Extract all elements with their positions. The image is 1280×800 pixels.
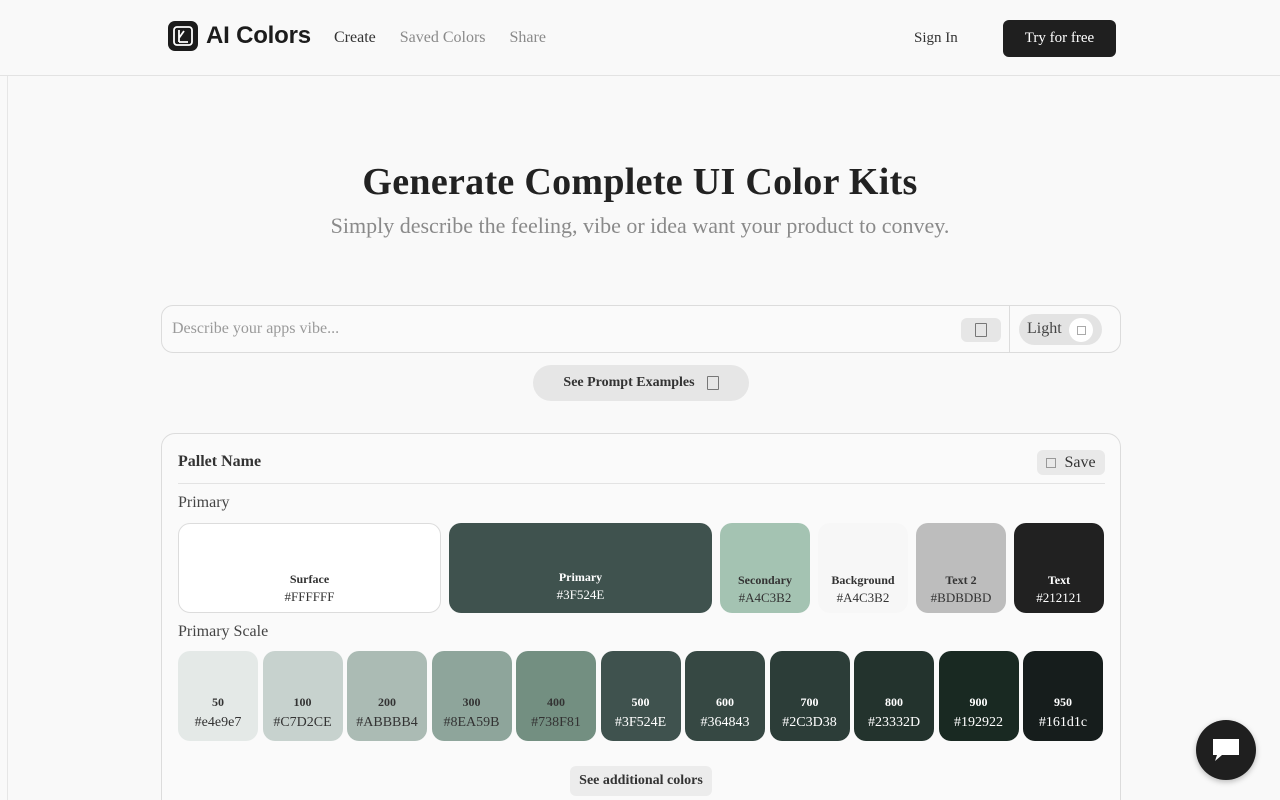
- swatch-name: 500: [631, 695, 650, 709]
- swatch-hex: #161d1c: [1038, 715, 1088, 730]
- chat-button[interactable]: [1196, 720, 1256, 780]
- swatch-name: Background: [831, 573, 895, 587]
- swatch-hex: #23332D: [867, 715, 921, 730]
- swatch-hex: #C7D2CE: [273, 715, 332, 730]
- primary-section-label: Primary: [178, 494, 230, 511]
- scale-swatch-400[interactable]: 400 #738F81: [516, 651, 596, 741]
- scale-swatch-950[interactable]: 950 #161d1c: [1023, 651, 1103, 741]
- swatch-hex: #364843: [700, 715, 750, 730]
- swatch-name: 600: [716, 695, 734, 709]
- swatch-name: Text: [1047, 573, 1071, 587]
- search-divider: [1009, 306, 1010, 352]
- save-button[interactable]: Save: [1037, 450, 1105, 475]
- swatch-hex: #A4C3B2: [738, 590, 792, 605]
- scale-swatch-50[interactable]: 50 #e4e9e7: [178, 651, 258, 741]
- nav-share[interactable]: Share: [510, 29, 546, 47]
- swatch-name: 400: [547, 695, 565, 709]
- see-additional-colors-button[interactable]: See additional colors: [570, 766, 712, 796]
- swatch-background[interactable]: Background #A4C3B2: [818, 523, 908, 613]
- scale-swatch-200[interactable]: 200 #ABBBB4: [347, 651, 427, 741]
- swatch-name: 800: [885, 695, 903, 709]
- palette-name: Pallet Name: [178, 453, 262, 470]
- theme-label: Light: [1027, 320, 1062, 337]
- primary-scale-label: Primary Scale: [178, 623, 269, 640]
- page-title: Generate Complete UI Color Kits: [362, 161, 918, 203]
- nav-saved-colors[interactable]: Saved Colors: [400, 29, 486, 47]
- send-icon: [975, 323, 987, 337]
- vibe-input[interactable]: [172, 306, 952, 352]
- brand-name: AI Colors: [206, 22, 311, 49]
- scale-swatch-700[interactable]: 700 #2C3D38: [769, 651, 850, 741]
- scale-swatch-300[interactable]: 300 #8EA59B: [431, 651, 512, 741]
- swatch-hex: #3F524E: [556, 587, 605, 602]
- main-nav: Create Saved Colors Share: [334, 29, 570, 47]
- swatch-name: 950: [1054, 695, 1072, 709]
- examples-label: See Prompt Examples: [563, 375, 695, 390]
- swatch-name: 50: [212, 695, 224, 709]
- swatch-hex: #212121: [1036, 590, 1082, 605]
- palette-logo-icon: [168, 21, 198, 51]
- swatch-text-2[interactable]: Text 2 #BDBDBD: [916, 523, 1006, 613]
- swatch-name: 300: [462, 695, 481, 709]
- swatch-name: 700: [800, 695, 819, 709]
- swatch-hex: #8EA59B: [443, 715, 500, 730]
- scale-swatch-100[interactable]: 100 #C7D2CE: [262, 651, 343, 741]
- swatch-name: 200: [378, 695, 396, 709]
- scale-swatch-600[interactable]: 600 #364843: [685, 651, 765, 741]
- theme-toggle[interactable]: Light: [1019, 314, 1102, 345]
- top-header: AI Colors Create Saved Colors Share Sign…: [0, 0, 1280, 76]
- card-divider: [178, 483, 1105, 484]
- chat-bubble-icon: [1213, 739, 1239, 761]
- swatch-hex: #e4e9e7: [194, 715, 242, 730]
- swatch-name: Surface: [289, 572, 330, 586]
- swatch-hex: #ABBBB4: [356, 715, 418, 730]
- page-subtitle: Simply describe the feeling, vibe or ide…: [330, 213, 950, 238]
- swatch-hex: #3F524E: [614, 715, 667, 730]
- swatch-name: 900: [969, 695, 988, 709]
- swatch-hex: #2C3D38: [782, 715, 837, 730]
- swatch-hex: #FFFFFF: [284, 589, 335, 604]
- swatch-name: Secondary: [738, 573, 792, 587]
- swatch-hex: #BDBDBD: [930, 590, 992, 605]
- swatch-name: Text 2: [945, 573, 977, 587]
- chevron-icon: [706, 376, 719, 390]
- nav-create[interactable]: Create: [334, 29, 376, 47]
- toggle-knob: [1069, 318, 1093, 342]
- sun-icon: [1076, 325, 1086, 335]
- scale-swatch-500[interactable]: 500 #3F524E: [600, 651, 681, 741]
- swatch-hex: #A4C3B2: [836, 590, 890, 605]
- see-prompt-examples-button[interactable]: See Prompt Examples: [533, 365, 749, 401]
- try-for-free-button[interactable]: Try for free: [1003, 20, 1116, 57]
- swatch-name: Primary: [558, 570, 603, 584]
- save-label: Save: [1064, 453, 1096, 471]
- brand-logo[interactable]: AI Colors: [168, 21, 311, 51]
- swatch-text[interactable]: Text #212121: [1014, 523, 1104, 613]
- swatch-primary[interactable]: Primary #3F524E: [449, 523, 712, 613]
- scale-swatch-900[interactable]: 900 #192922: [938, 651, 1019, 741]
- bookmark-icon: [1046, 457, 1057, 468]
- swatch-secondary[interactable]: Secondary #A4C3B2: [720, 523, 810, 613]
- swatch-hex: #192922: [954, 715, 1003, 730]
- palette-card: Pallet Name Save Primary Surface #FFFFFF…: [161, 433, 1121, 800]
- vibe-search-bar: Light: [161, 305, 1121, 353]
- sign-in-link[interactable]: Sign In: [914, 30, 958, 47]
- swatch-surface[interactable]: Surface #FFFFFF: [178, 523, 441, 613]
- generate-button[interactable]: [961, 318, 1001, 342]
- swatch-hex: #738F81: [531, 715, 581, 730]
- swatch-name: 100: [293, 695, 312, 709]
- scale-swatch-800[interactable]: 800 #23332D: [854, 651, 934, 741]
